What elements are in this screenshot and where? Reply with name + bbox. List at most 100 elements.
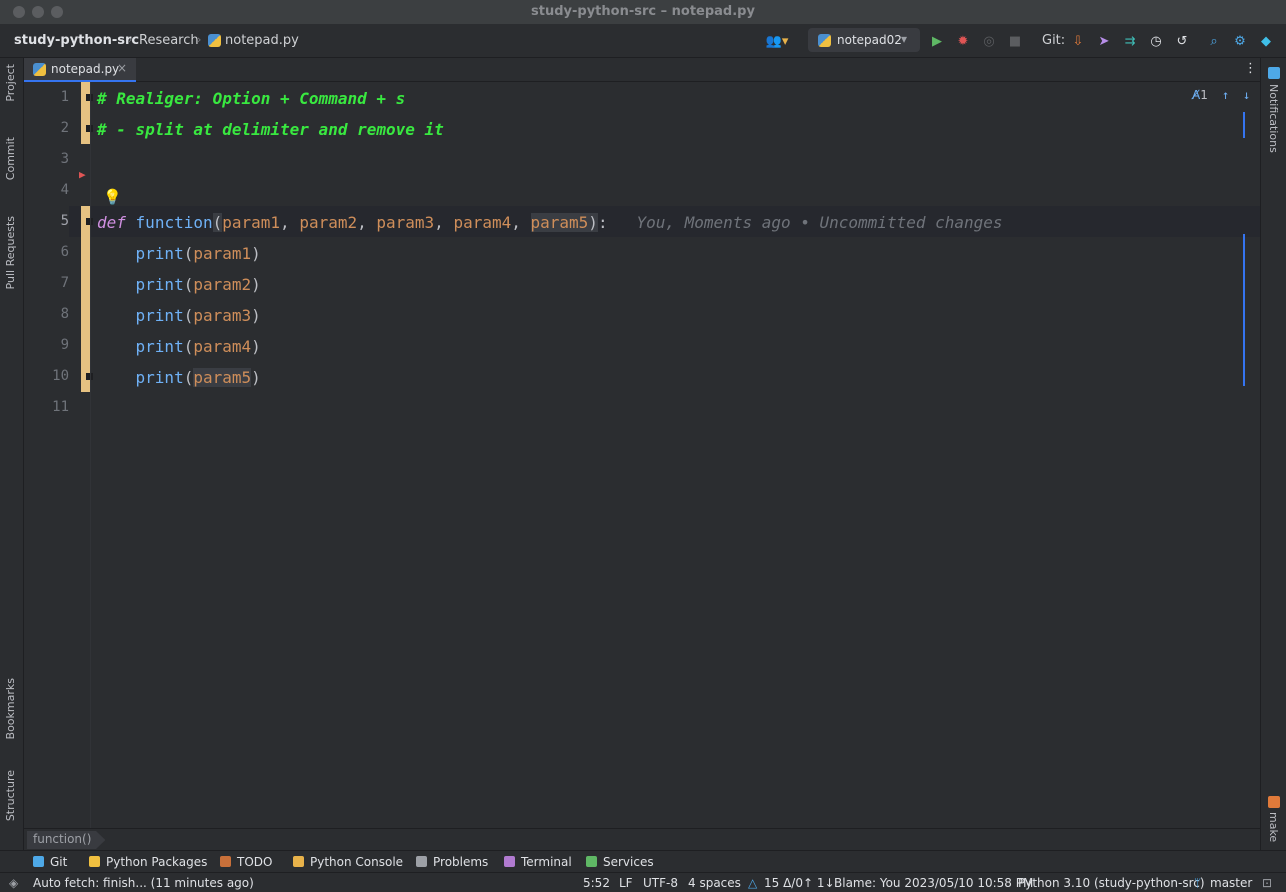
caret-position[interactable]: 5:52 [583,876,610,890]
code-editor[interactable]: 1 2 3 4 5 6 7 8 9 10 11 ▶ 💡 # Realiger: … [24,82,1260,828]
run-icon[interactable]: ▶ [927,31,947,51]
code-line-print: print(param1) [135,244,261,263]
chevron-down-icon: ▾ [901,32,908,46]
line-separator[interactable]: LF [619,876,633,890]
make-icon[interactable] [1268,796,1280,808]
left-tool-strip: Project Commit Pull Requests Bookmarks S… [0,58,24,850]
code-line-print: print(param3) [135,306,261,325]
vcs-changes[interactable]: 15 Δ/0↑ 1↓ [764,876,835,890]
debug-icon[interactable]: ✹ [953,31,973,51]
commit-tool-button[interactable]: Commit [4,137,17,180]
breadcrumb-project[interactable]: study-python-src [14,33,139,48]
make-tool-button[interactable]: make [1267,812,1280,842]
status-bar: ◈ Auto fetch: finish... (11 minutes ago)… [0,872,1286,892]
breakpoint-arrow-icon[interactable]: ▶ [79,168,86,181]
line-number: 11 [52,399,69,415]
git-commit-icon[interactable]: ⇉ [1120,31,1140,51]
coverage-icon[interactable]: ◎ [979,31,999,51]
indent-setting[interactable]: 4 spaces [688,876,741,890]
layers-icon[interactable]: ◈ [9,876,18,890]
git-tool-button[interactable]: Git [33,855,67,869]
previous-highlight-icon[interactable]: ↑ [1222,88,1229,102]
line-number: 4 [60,182,69,198]
terminal-icon [504,856,515,867]
problems-icon [416,856,427,867]
line-number: 7 [60,275,69,291]
editor-tab-bar: notepad.py × ⋮ [24,58,1260,82]
code-line-print: print(param4) [135,337,261,356]
python-console-icon [293,856,304,867]
bookmarks-tool-button[interactable]: Bookmarks [4,678,17,739]
line-number: 10 [52,368,69,384]
code-with-me-icon[interactable]: 👥▾ [763,31,791,51]
tab-label: notepad.py [51,62,120,76]
structure-tool-button[interactable]: Structure [4,770,17,821]
file-encoding[interactable]: UTF-8 [643,876,678,890]
problems-tool-button[interactable]: Problems [416,855,488,869]
right-tool-strip: Notifications make [1260,58,1286,850]
python-console-tool-button[interactable]: Python Console [293,855,403,869]
code-comment: # - split at delimiter and remove it [97,120,444,139]
scrollbar-marker [1243,234,1245,386]
run-config-label: notepad02 [837,33,902,47]
line-number: 6 [60,244,69,260]
run-config-selector[interactable]: notepad02 ▾ [808,28,920,52]
code-line-def: def function(param1, param2, param3, par… [97,213,1003,232]
blame-info[interactable]: Blame: You 2023/05/10 10:58 PM [834,876,1033,890]
rollback-icon[interactable]: ↺ [1172,31,1192,51]
python-packages-tool-button[interactable]: Python Packages [89,855,207,869]
navigation-bar: study-python-src › Research › notepad.py… [0,24,1286,58]
line-number: 9 [60,337,69,353]
breadcrumb-file[interactable]: notepad.py [225,33,299,48]
gutter-separator [90,82,91,828]
line-number: 1 [60,89,69,105]
stop-icon[interactable]: ■ [1005,31,1025,51]
todo-icon [220,856,231,867]
typo-icon: A̸ [1192,88,1201,102]
search-icon[interactable]: ⌕ [1204,31,1224,51]
python-interpreter[interactable]: Python 3.10 (study-python-src) [1018,876,1205,890]
python-file-icon [33,63,46,76]
lightbulb-icon[interactable]: 💡 [103,188,122,206]
project-tool-button[interactable]: Project [4,64,17,102]
title-bar: study-python-src – notepad.py [0,0,1286,24]
git-update-icon[interactable]: ⇩ [1068,31,1088,51]
settings-icon[interactable]: ⚙ [1230,31,1250,51]
notifications-tool-button[interactable]: Notifications [1267,84,1280,153]
more-tabs-icon[interactable]: ⋮ [1244,61,1257,76]
plugin-icon[interactable]: ◆ [1256,31,1276,51]
git-history-icon[interactable]: ◷ [1146,31,1166,51]
next-highlight-icon[interactable]: ↓ [1243,88,1250,102]
services-tool-button[interactable]: Services [586,855,654,869]
notifications-icon[interactable] [1268,67,1280,79]
status-message[interactable]: Auto fetch: finish... (11 minutes ago) [33,876,254,890]
terminal-tool-button[interactable]: Terminal [504,855,572,869]
breadcrumb-separator: › [128,33,133,46]
git-push-icon[interactable]: ➤ [1094,31,1114,51]
pull-requests-tool-button[interactable]: Pull Requests [4,216,17,289]
inspection-widget[interactable]: A̸1 [1192,88,1208,102]
close-tab-icon[interactable]: × [117,61,127,75]
packages-icon [89,856,100,867]
lock-icon[interactable]: ⊡ [1262,876,1272,890]
services-icon [586,856,597,867]
todo-tool-button[interactable]: TODO [220,855,272,869]
vcs-change-marker[interactable] [81,206,90,392]
line-number: 8 [60,306,69,322]
git-branch-icon [33,856,44,867]
git-branch[interactable]: master [1210,876,1252,890]
code-line-print: print(param2) [135,275,261,294]
scope-breadcrumb[interactable]: function() [27,831,106,849]
code-comment: # Realiger: Option + Command + s [97,89,406,108]
scrollbar-marker [1243,112,1245,138]
inline-blame[interactable]: You, Moments ago • Uncommitted changes [636,213,1002,232]
scope-breadcrumb-bar: function() [24,828,1260,850]
tab-notepad-py[interactable]: notepad.py × [24,58,136,82]
breadcrumb-folder[interactable]: Research [139,33,199,48]
vcs-change-marker[interactable] [81,82,90,144]
line-number: 5 [60,213,69,229]
python-config-icon [818,34,831,47]
tool-window-bar: Git Python Packages TODO Python Console … [0,850,1286,872]
window-title: study-python-src – notepad.py [531,4,755,19]
git-label: Git: [1042,33,1066,48]
